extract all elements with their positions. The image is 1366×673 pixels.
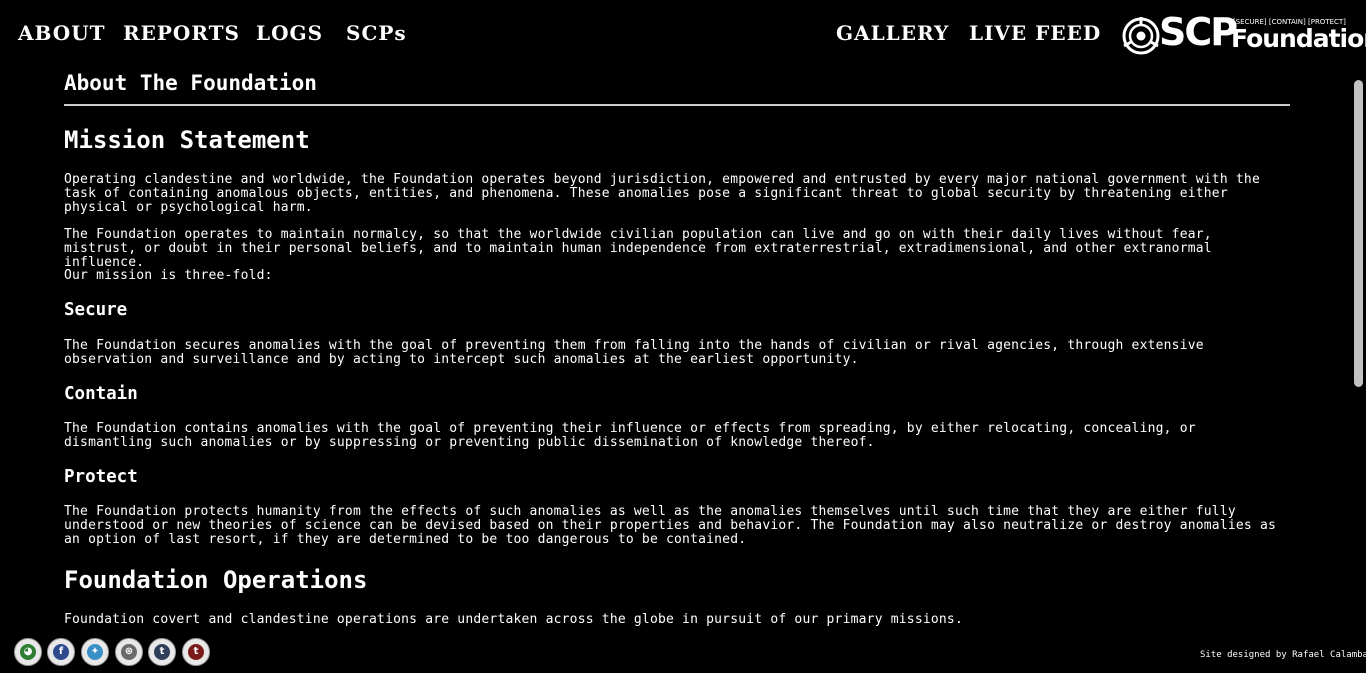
page-title: About The Foundation bbox=[64, 71, 317, 95]
logo-foundation-text: Foundation bbox=[1231, 24, 1366, 53]
mission-paragraph-3: Our mission is three-fold: bbox=[64, 268, 273, 283]
mission-statement-heading: Mission Statement bbox=[64, 126, 310, 154]
contain-paragraph: The Foundation contains anomalies with t… bbox=[64, 421, 1196, 450]
social-link-1[interactable]: ◕ bbox=[14, 638, 42, 666]
content-scrollbar[interactable] bbox=[1352, 66, 1366, 628]
secure-heading: Secure bbox=[64, 300, 128, 320]
social-link-4[interactable]: ⊛ bbox=[115, 638, 143, 666]
scp-foundation-logo[interactable]: SCP [SECURE] [CONTAIN] [PROTECT] Foundat… bbox=[1121, 10, 1366, 58]
social-link-2[interactable]: f bbox=[47, 638, 75, 666]
title-divider bbox=[64, 104, 1290, 106]
nav-reports-link[interactable]: REPORTS bbox=[123, 20, 240, 46]
logo-scp-text: SCP bbox=[1159, 10, 1238, 54]
nav-scps-link[interactable]: SCPs bbox=[346, 20, 407, 46]
main-content: About The Foundation Mission Statement O… bbox=[64, 66, 1290, 628]
mission-paragraph-1: Operating clandestine and worldwide, the… bbox=[64, 172, 1260, 215]
top-navigation: ABOUT REPORTS LOGS SCPs GALLERY LIVE FEE… bbox=[0, 0, 1366, 66]
contain-heading: Contain bbox=[64, 384, 138, 404]
nav-about-link[interactable]: ABOUT bbox=[18, 20, 106, 46]
site-credit: Site designed by Rafael Calamba bbox=[1200, 650, 1366, 660]
reddit-icon: ◕ bbox=[20, 644, 36, 660]
social-link-3[interactable]: ✦ bbox=[81, 638, 109, 666]
secure-paragraph: The Foundation secures anomalies with th… bbox=[64, 338, 1204, 367]
protect-heading: Protect bbox=[64, 467, 138, 487]
scp-emblem-icon bbox=[1122, 17, 1160, 55]
facebook-icon: f bbox=[53, 644, 69, 660]
mission-paragraph-2: The Foundation operates to maintain norm… bbox=[64, 227, 1212, 270]
operations-paragraph: Foundation covert and clandestine operat… bbox=[64, 612, 963, 627]
nav-logs-link[interactable]: LOGS bbox=[256, 20, 323, 46]
foundation-operations-heading: Foundation Operations bbox=[64, 566, 368, 594]
scrollbar-thumb[interactable] bbox=[1354, 80, 1363, 387]
social-link-6[interactable]: t bbox=[182, 638, 210, 666]
nav-live-feed-link[interactable]: LIVE FEED bbox=[969, 20, 1101, 46]
social-link-5[interactable]: t bbox=[148, 638, 176, 666]
tumblr-icon: t bbox=[154, 644, 170, 660]
protect-paragraph: The Foundation protects humanity from th… bbox=[64, 504, 1277, 547]
twitter-icon: ✦ bbox=[87, 644, 103, 660]
tumblr-alt-icon: t bbox=[188, 644, 204, 660]
nav-gallery-link[interactable]: GALLERY bbox=[836, 20, 949, 46]
scp-wiki-icon: ⊛ bbox=[121, 644, 137, 660]
